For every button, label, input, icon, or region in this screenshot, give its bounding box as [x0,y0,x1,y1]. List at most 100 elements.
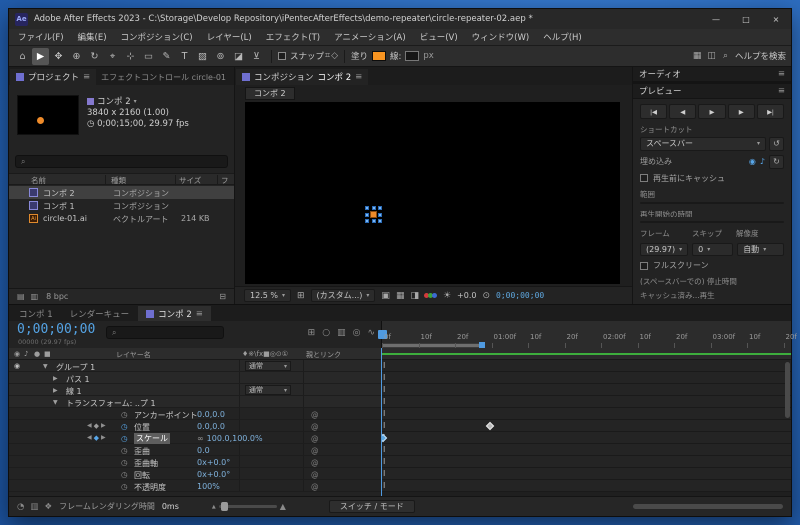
timeline-row[interactable]: ▼ トランスフォーム: ..プ 1I [9,396,791,408]
help-search-icon[interactable]: ⌕ [723,51,728,61]
parent-link-column-header[interactable]: 親とリンク [306,350,341,360]
selection-handle[interactable] [378,205,382,210]
selection-handle[interactable] [365,205,369,210]
next-keyframe-icon[interactable]: ▶ [101,434,106,441]
graph-editor-icon[interactable]: ∿ [367,328,375,338]
menu-item-6[interactable]: ビュー(V) [413,31,465,43]
audio-include-icon[interactable]: ♪ [760,157,765,166]
pen-tool-icon[interactable]: ✎ [158,48,175,65]
twirl-icon[interactable]: ▼ [53,399,58,406]
property-value[interactable]: 0.0,0.0 [197,410,225,419]
constrain-proportions-icon[interactable]: ∞ [197,434,204,443]
frame-blending-icon[interactable]: ▥ [337,328,346,338]
clone-stamp-tool-icon[interactable]: ⊚ [212,48,229,65]
hand-tool-icon[interactable]: ✥ [50,48,67,65]
snap-options-icon[interactable]: ◇ [331,51,338,61]
playhead-line[interactable] [381,348,382,496]
go-to-end-button[interactable]: ▶| [756,104,785,119]
selection-handle[interactable] [378,212,382,217]
timeline-row[interactable]: ◷ 回転 0x+0.0° @ I [9,468,791,480]
zoom-in-icon[interactable]: ▲ [280,502,286,511]
comp-label-swatch[interactable] [87,97,94,105]
layer-name-column-header[interactable]: レイヤー名 [116,350,151,360]
interpret-footage-icon[interactable]: ▥ [31,292,39,301]
proxy-icon[interactable]: ▥ [30,502,38,512]
stopwatch-icon[interactable]: ◷ [121,482,128,491]
project-row[interactable]: コンポ 1 コンポジション [9,199,234,212]
shy-layers-icon[interactable]: ○ [322,328,330,338]
viewer-tab[interactable]: コンポ 2 [245,87,295,100]
snap-checkbox[interactable] [278,52,286,60]
puppet-tool-icon[interactable]: ⊻ [248,48,265,65]
selection-handle[interactable] [365,218,369,223]
tab-composition[interactable]: コンポジション コンポ 2 ≡ [236,69,369,85]
timeline-tab-1[interactable]: レンダーキュー [61,306,138,321]
selection-handle[interactable] [365,212,369,217]
zoom-tool-icon[interactable]: ⊕ [68,48,85,65]
zoom-out-icon[interactable]: ▲ [212,504,216,510]
project-flowchart-icon[interactable]: ▤ [17,292,25,301]
rectangle-tool-icon[interactable]: ▭ [140,48,157,65]
selection-handle[interactable] [378,218,382,223]
share-icon[interactable]: ◫ [707,51,716,61]
eye-icon[interactable]: ◉ [14,362,20,370]
magnification-dropdown[interactable]: 12.5 % ▾ [244,289,291,302]
viewport-timecode[interactable]: 0;00;00;00 [496,291,544,300]
stroke-label[interactable]: 線: [390,50,401,62]
timeline-row-track[interactable]: I [381,480,791,492]
region-of-interest-icon[interactable]: ▣ [381,291,390,301]
timeline-row-track[interactable]: I [381,396,791,408]
type-tool-icon[interactable]: T [176,48,193,65]
menu-item-0[interactable]: ファイル(F) [11,31,71,43]
motion-blur-icon[interactable]: ◎ [353,328,361,338]
pick-whip-icon[interactable]: @ [311,458,319,467]
timeline-row-track[interactable]: I [381,420,791,432]
current-time-display[interactable]: 0;00;00;00 [17,322,95,337]
property-value[interactable]: 100% [197,482,220,491]
menu-item-3[interactable]: レイヤー(L) [200,31,259,43]
switches-modes-toggle[interactable]: スイッチ / モード [328,500,415,513]
timeline-tab-0[interactable]: コンポ 1 [11,306,61,321]
timeline-row-track[interactable]: I [381,360,791,372]
menu-item-8[interactable]: ヘルプ(H) [536,31,589,43]
pick-whip-icon[interactable]: @ [311,422,319,431]
pick-whip-icon[interactable]: @ [311,470,319,479]
selection-handle[interactable] [372,205,376,210]
fullscreen-checkbox[interactable] [640,261,648,270]
snap-to-grid-icon[interactable]: ⌗ [325,51,330,61]
current-keyframe-icon[interactable]: ◆ [94,434,99,442]
selection-tool-icon[interactable]: ▶ [32,47,49,65]
eraser-tool-icon[interactable]: ◪ [230,48,247,65]
cache-before-row[interactable]: 再生前にキャッシュ [640,173,784,184]
minimize-button[interactable]: — [701,9,731,29]
play-button[interactable]: ▶ [698,104,726,119]
panel-menu-icon[interactable]: ≡ [83,72,90,82]
fullscreen-row[interactable]: フルスクリーン [640,260,784,271]
range-dropdown[interactable]: ワークエリアと現在の時間 ▾ [640,201,784,204]
twirl-icon[interactable]: ▶ [53,375,58,382]
fill-label[interactable]: 塗り [351,50,368,62]
previous-keyframe-icon[interactable]: ◀ [87,422,92,429]
project-row[interactable]: Ai circle-01.ai ベクトルアート 214 KB [9,212,234,225]
menu-item-4[interactable]: エフェクト(T) [259,31,327,43]
stopwatch-icon[interactable]: ◷ [121,410,128,419]
bit-depth-label[interactable]: 8 bpc [46,292,68,301]
next-keyframe-icon[interactable]: ▶ [101,422,106,429]
timeline-row[interactable]: ◉ ▼ グループ 1 通常 ▾ I [9,360,791,372]
video-column-icon[interactable]: ◉ [14,350,20,358]
menu-item-2[interactable]: コンポジション(C) [114,31,200,43]
composition-viewport[interactable] [245,102,620,284]
timeline-row[interactable]: ◀ ◆ ▶ ◷ 位置 0.0,0.0 @ I [9,420,791,432]
menu-item-5[interactable]: アニメーション(A) [327,31,413,43]
panel-menu-icon[interactable]: ≡ [778,86,785,96]
property-name[interactable]: 不透明度 [134,482,166,493]
go-to-start-button[interactable]: |◀ [640,104,668,119]
blend-mode-dropdown[interactable]: 通常 ▾ [245,385,291,395]
property-value[interactable]: 0.0 [197,446,210,455]
comp-mini-flowchart-icon[interactable]: ⊞ [308,328,316,338]
help-search-label[interactable]: ヘルプを検索 [735,50,786,62]
timeline-row-track[interactable]: I [381,432,791,444]
timeline-row[interactable]: ◷ 不透明度 100% @ I [9,480,791,492]
previous-frame-button[interactable]: ◀ [669,104,697,119]
timeline-tab-2[interactable]: コンポ 2 ≡ [138,306,211,321]
